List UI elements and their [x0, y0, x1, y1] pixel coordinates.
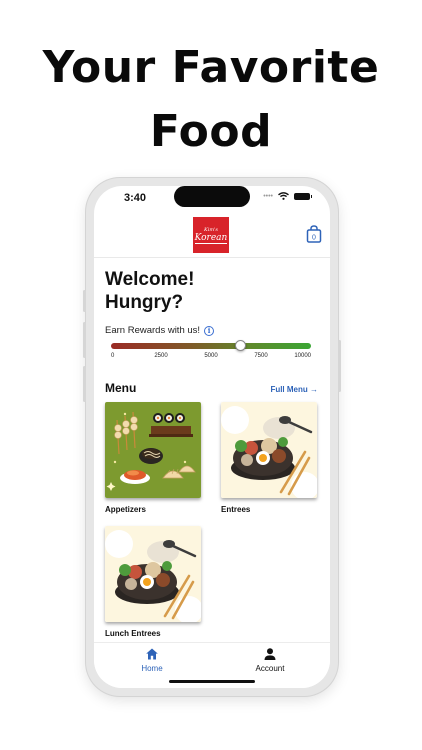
- app-screen: 3:40 •••• Kim's Korean 0 Welcome! Hungry…: [94, 186, 330, 688]
- entrees-image: [221, 402, 317, 498]
- signal-icon: ••••: [263, 192, 273, 200]
- tab-account[interactable]: Account: [230, 647, 310, 673]
- svg-text:0: 0: [312, 235, 316, 242]
- headline-line-1: Your Favorite: [42, 42, 380, 93]
- marketing-headline: Your Favorite Food: [0, 36, 422, 164]
- tab-label-home: Home: [141, 664, 163, 673]
- status-icons: ••••: [263, 192, 312, 200]
- welcome-line-1: Welcome!: [105, 269, 195, 290]
- rewards-row: Earn Rewards with us! i: [105, 325, 215, 336]
- menu-tile-appetizers[interactable]: Appetizers: [105, 402, 201, 514]
- phone-side-button: [83, 322, 86, 358]
- rewards-tick-label: 10000: [294, 353, 311, 359]
- welcome-line-2: Hungry?: [105, 292, 184, 313]
- app-header: Kim's Korean 0: [94, 214, 330, 258]
- logo-text-big: Korean: [194, 232, 228, 244]
- rewards-slider-thumb[interactable]: [235, 340, 246, 351]
- lunch-entrees-image: [105, 526, 201, 622]
- menu-tile-label: Entrees: [221, 505, 251, 514]
- status-bar: 3:40 ••••: [94, 186, 330, 208]
- menu-tile-label: Lunch Entrees: [105, 629, 161, 638]
- wifi-icon: [278, 192, 289, 200]
- rewards-tick-labels: 0 2500 5000 7500 10000: [111, 353, 311, 363]
- tab-home[interactable]: Home: [112, 647, 192, 673]
- info-icon[interactable]: i: [204, 325, 215, 336]
- tab-label-account: Account: [255, 664, 285, 673]
- headline-line-2: Food: [149, 106, 273, 157]
- welcome-heading: Welcome! Hungry?: [105, 268, 194, 314]
- phone-side-button: [338, 340, 341, 392]
- menu-title: Menu: [105, 381, 137, 395]
- menu-tile-entrees[interactable]: Entrees: [221, 402, 317, 514]
- rewards-tick-label: 2500: [154, 353, 168, 359]
- rewards-tick-label: 5000: [204, 353, 218, 359]
- phone-side-button: [83, 366, 86, 402]
- rewards-slider[interactable]: [111, 340, 311, 351]
- menu-tile-lunch-entrees[interactable]: Lunch Entrees: [105, 526, 201, 638]
- rewards-label: Earn Rewards with us!: [105, 325, 201, 336]
- account-icon: [264, 648, 276, 660]
- rewards-tick-label: 0: [111, 353, 115, 359]
- home-indicator: [169, 680, 255, 683]
- rewards-tick-label: 7500: [254, 353, 268, 359]
- battery-icon: [294, 192, 312, 200]
- menu-tile-label: Appetizers: [105, 505, 146, 514]
- kims-korean-logo[interactable]: Kim's Korean: [193, 217, 229, 253]
- dynamic-island: [174, 186, 250, 207]
- shopping-bag-icon[interactable]: 0: [306, 225, 322, 243]
- home-icon: [146, 648, 158, 660]
- phone-side-button: [83, 290, 86, 312]
- status-time: 3:40: [124, 192, 147, 204]
- appetizers-image: [105, 402, 201, 498]
- full-menu-link[interactable]: Full Menu →: [270, 385, 318, 394]
